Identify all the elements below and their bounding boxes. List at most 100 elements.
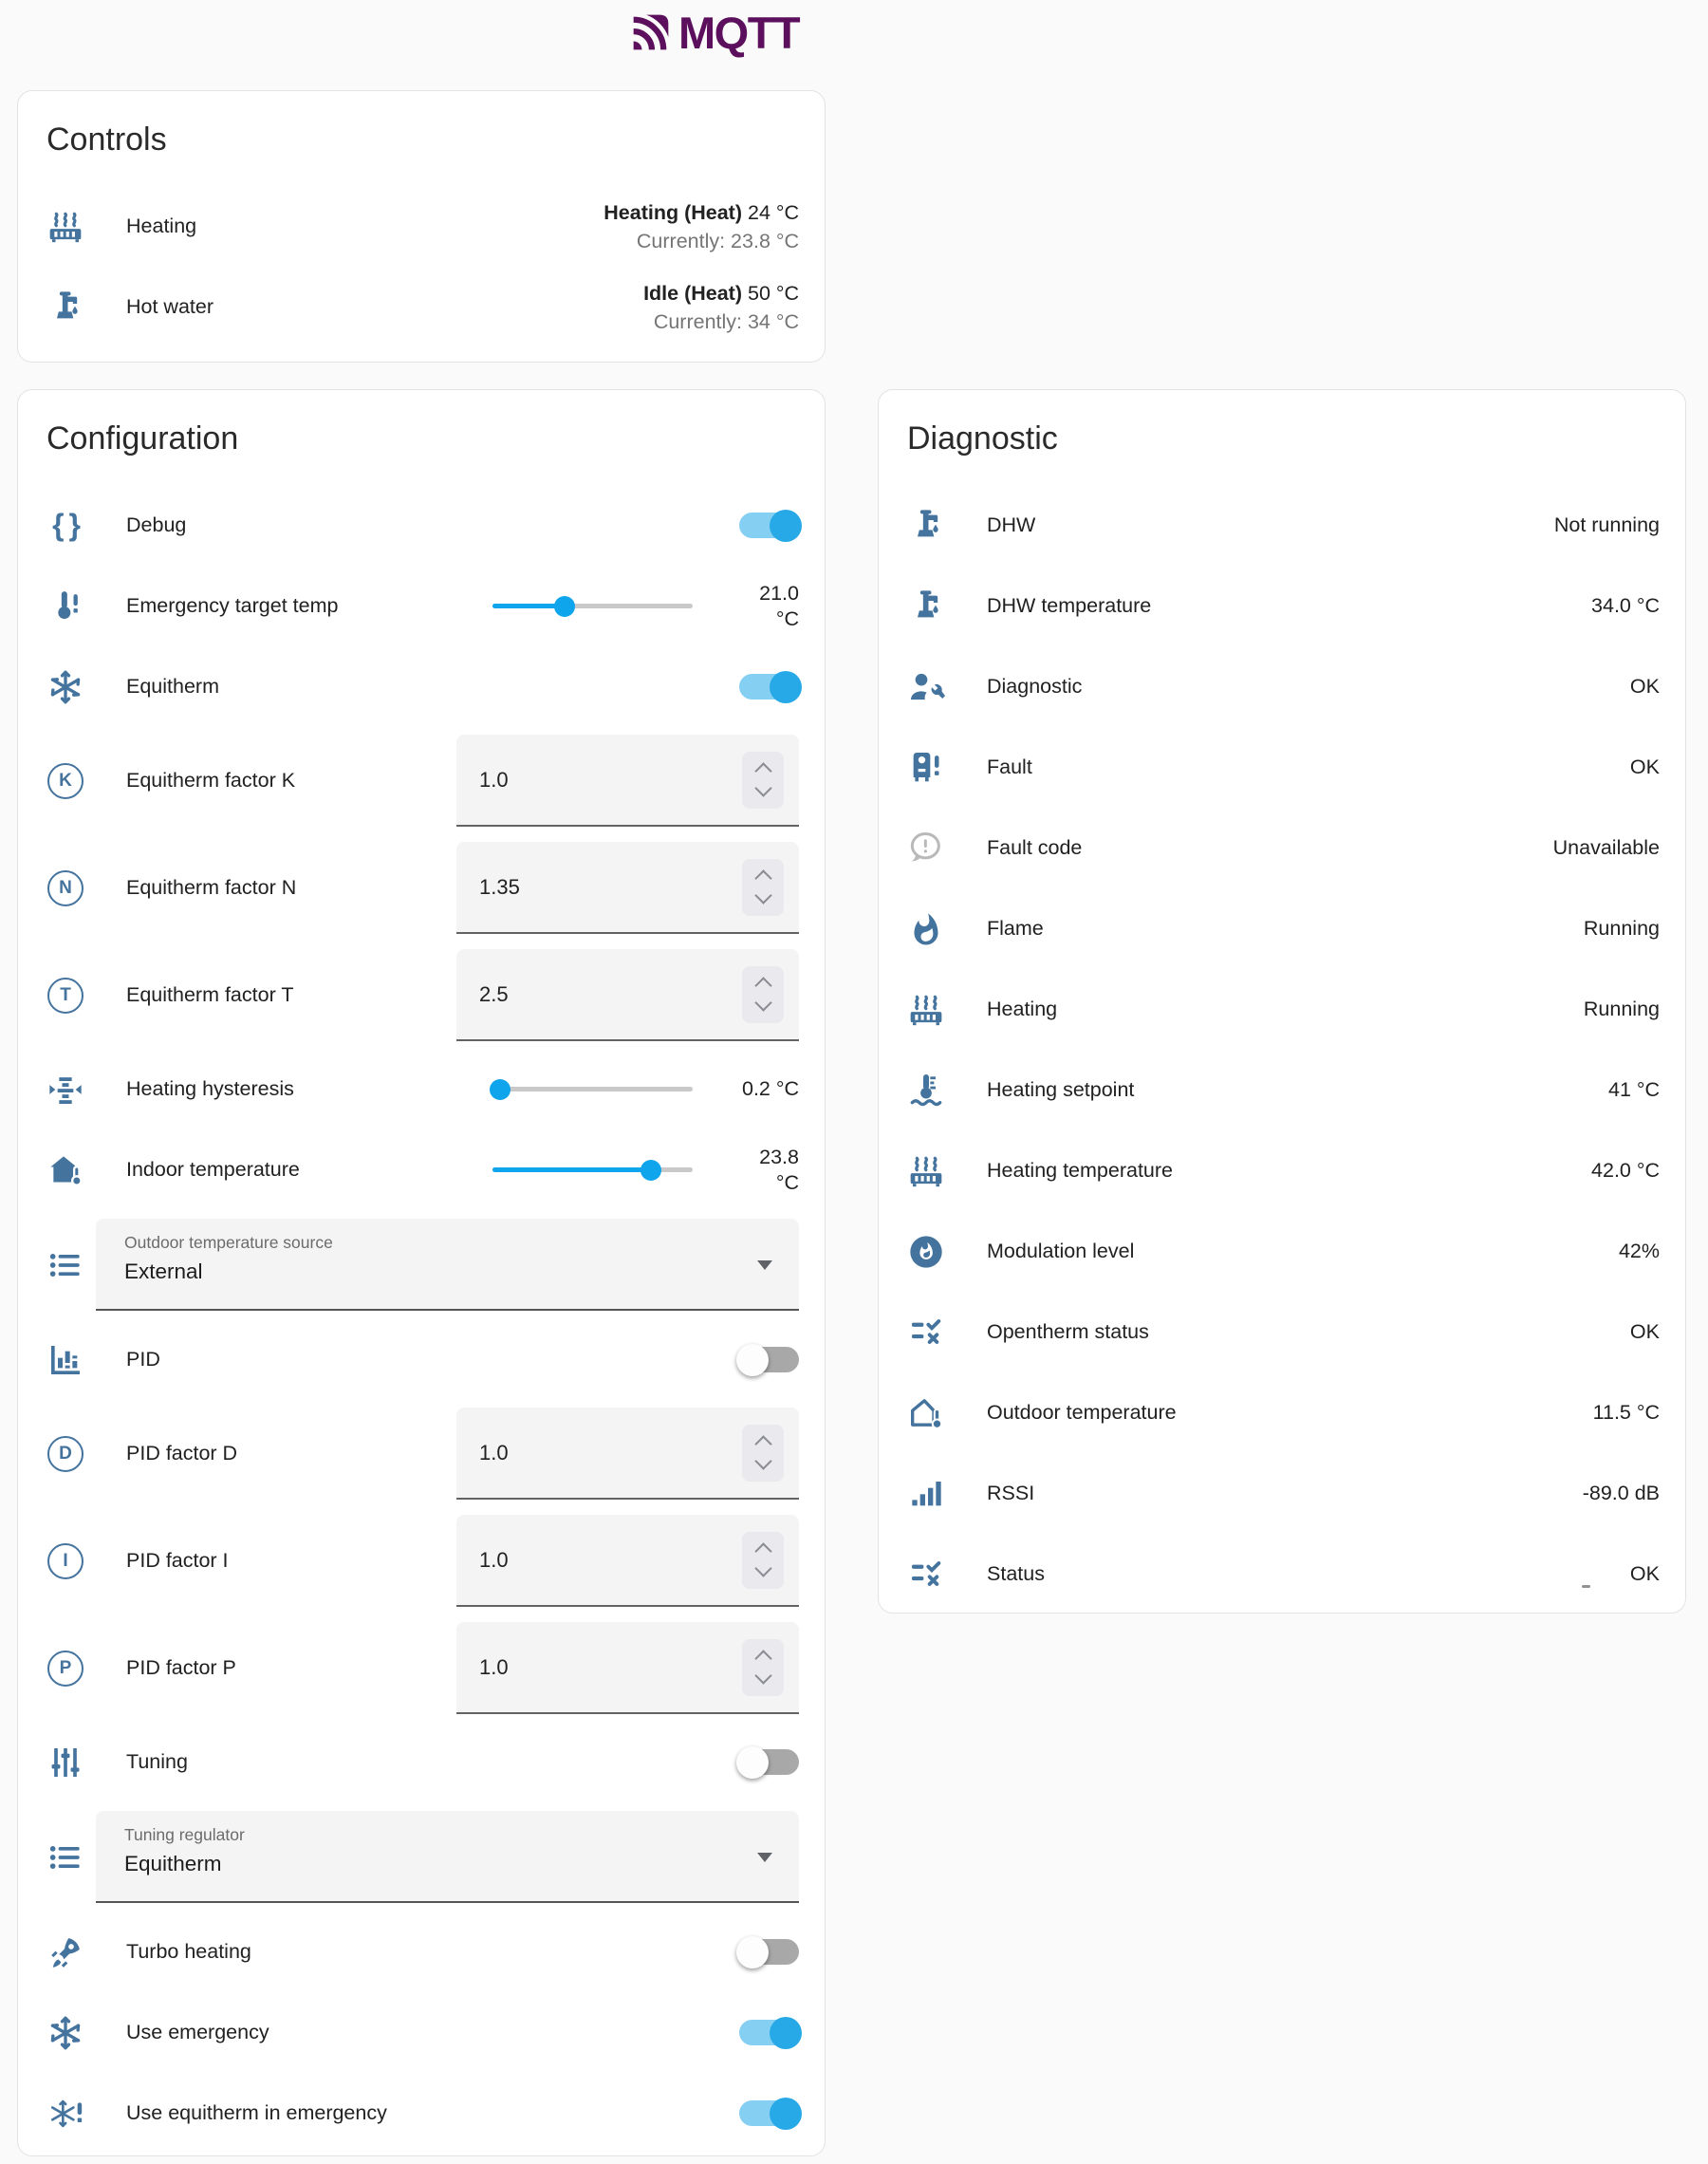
- state-value: 24 °C: [748, 201, 799, 224]
- diagnostic-row-flame[interactable]: Flame Running: [879, 888, 1685, 969]
- thermometer-alert-icon: [46, 588, 84, 625]
- toggle-tuning[interactable]: [739, 1749, 799, 1775]
- diagnostic-row-status[interactable]: Status OK: [879, 1534, 1685, 1614]
- hysteresis-icon: [46, 1071, 84, 1109]
- config-row-label: Indoor temperature: [126, 1158, 492, 1182]
- boiler-alert-icon: [907, 749, 945, 787]
- slider-heating-hysteresis[interactable]: [492, 1077, 693, 1102]
- diagnostic-row-fault-code[interactable]: Fault code Unavailable: [879, 808, 1685, 888]
- number-stepper[interactable]: [742, 966, 784, 1023]
- stepper-up-icon[interactable]: [754, 1542, 771, 1559]
- slider-emergency-target-temp[interactable]: [492, 594, 693, 619]
- number-input-value: 1.0: [479, 1441, 509, 1465]
- number-stepper[interactable]: [742, 1425, 784, 1482]
- number-stepper[interactable]: [742, 1639, 784, 1696]
- toggle-knob: [770, 510, 802, 542]
- control-row-hot-water[interactable]: Hot water Idle (Heat) 50 °C Currently: 3…: [18, 267, 825, 347]
- number-input-equitherm-factor-k[interactable]: 1.0: [456, 735, 799, 827]
- sun-snowflake-icon: [46, 668, 84, 706]
- config-row-pid-factor-d: D PID factor D 1.0: [18, 1400, 825, 1507]
- diagnostic-row-heating[interactable]: Heating Running: [879, 969, 1685, 1050]
- stepper-down-icon[interactable]: [754, 1452, 771, 1469]
- stepper-down-icon[interactable]: [754, 779, 771, 796]
- config-row-label: Turbo heating: [126, 1940, 739, 1964]
- select-value: Equitherm: [124, 1852, 742, 1876]
- water-tap-icon: [907, 507, 945, 545]
- number-input-pid-factor-d[interactable]: 1.0: [456, 1408, 799, 1500]
- number-stepper[interactable]: [742, 752, 784, 809]
- config-row-label: Heating hysteresis: [126, 1077, 492, 1101]
- toggle-debug[interactable]: [739, 513, 799, 538]
- config-row-outdoor-temperature-source: Outdoor temperature source External: [18, 1210, 825, 1319]
- stepper-up-icon[interactable]: [754, 977, 771, 994]
- cursor-artifact: [1582, 1585, 1590, 1588]
- number-input-pid-factor-i[interactable]: 1.0: [456, 1515, 799, 1607]
- stepper-down-icon[interactable]: [754, 886, 771, 904]
- control-row-heating[interactable]: Heating Heating (Heat) 24 °C Currently: …: [18, 186, 825, 267]
- config-row-label: Equitherm: [126, 675, 739, 699]
- number-input-pid-factor-p[interactable]: 1.0: [456, 1622, 799, 1714]
- diagnostic-row-dhw[interactable]: DHW Not running: [879, 485, 1685, 566]
- diagnostic-row-outdoor-temperature[interactable]: Outdoor temperature 11.5 °C: [879, 1372, 1685, 1453]
- slider-indoor-temperature[interactable]: [492, 1158, 693, 1183]
- state-secondary: Currently: 34 °C: [643, 308, 799, 336]
- diagnostic-row-label: Opentherm status: [987, 1320, 1630, 1344]
- diagnostic-row-heating-temperature[interactable]: Heating temperature 42.0 °C: [879, 1130, 1685, 1211]
- diagnostic-row-opentherm-status[interactable]: Opentherm status OK: [879, 1292, 1685, 1372]
- diagnostic-row-value: Running: [1584, 917, 1660, 941]
- number-input-value: 1.35: [479, 875, 520, 900]
- slider-thumb[interactable]: [554, 596, 575, 617]
- config-row-heating-hysteresis: Heating hysteresis 0.2 °C: [18, 1049, 825, 1129]
- diagnostic-row-value: Unavailable: [1553, 836, 1660, 860]
- toggle-use-emergency[interactable]: [739, 2020, 799, 2045]
- controls-card-title: Controls: [18, 91, 825, 156]
- stepper-up-icon[interactable]: [754, 1650, 771, 1667]
- config-row-label: Equitherm factor T: [126, 983, 456, 1007]
- config-row-equitherm-factor-k: K Equitherm factor K 1.0: [18, 727, 825, 834]
- diagnostic-row-label: Outdoor temperature: [987, 1401, 1593, 1425]
- config-row-pid-factor-i: I PID factor I 1.0: [18, 1507, 825, 1614]
- slider-value: 0.2 °C: [693, 1076, 799, 1102]
- stepper-up-icon[interactable]: [754, 1435, 771, 1452]
- number-stepper[interactable]: [742, 1532, 784, 1589]
- slider-thumb[interactable]: [640, 1160, 661, 1181]
- config-row-tuning-regulator: Tuning regulator Equitherm: [18, 1802, 825, 1912]
- toggle-pid[interactable]: [739, 1347, 799, 1372]
- dropdown-arrow-icon[interactable]: [757, 1260, 772, 1270]
- number-input-value: 1.0: [479, 768, 509, 793]
- toggle-equitherm[interactable]: [739, 674, 799, 700]
- number-input-equitherm-factor-n[interactable]: 1.35: [456, 842, 799, 934]
- diagnostic-row-fault[interactable]: Fault OK: [879, 727, 1685, 808]
- diagnostic-row-label: Fault code: [987, 836, 1553, 860]
- diagnostic-row-value: OK: [1630, 756, 1660, 779]
- diagnostic-row-diagnostic[interactable]: Diagnostic OK: [879, 646, 1685, 727]
- stepper-down-icon[interactable]: [754, 1559, 771, 1576]
- diagnostic-card-title: Diagnostic: [879, 390, 1685, 455]
- slider-track[interactable]: [492, 1087, 693, 1091]
- stepper-up-icon[interactable]: [754, 762, 771, 779]
- select-outdoor-temperature-source[interactable]: Outdoor temperature source External: [96, 1219, 799, 1311]
- stepper-down-icon[interactable]: [754, 994, 771, 1011]
- diagnostic-row-dhw-temperature[interactable]: DHW temperature 34.0 °C: [879, 566, 1685, 646]
- slider-value: 23.8°C: [693, 1145, 799, 1196]
- slider-thumb[interactable]: [490, 1079, 511, 1100]
- diagnostic-row-value: OK: [1630, 1562, 1660, 1586]
- diagnostic-row-rssi[interactable]: RSSI -89.0 dB: [879, 1453, 1685, 1534]
- stepper-up-icon[interactable]: [754, 869, 771, 886]
- stepper-down-icon[interactable]: [754, 1667, 771, 1684]
- config-row-label: Debug: [126, 513, 739, 537]
- number-stepper[interactable]: [742, 859, 784, 916]
- select-tuning-regulator[interactable]: Tuning regulator Equitherm: [96, 1811, 799, 1903]
- toggle-turbo-heating[interactable]: [739, 1939, 799, 1965]
- diagnostic-row-heating-setpoint[interactable]: Heating setpoint 41 °C: [879, 1050, 1685, 1130]
- list-status-icon: [907, 1556, 945, 1594]
- number-input-value: 2.5: [479, 982, 509, 1007]
- dropdown-arrow-icon[interactable]: [757, 1853, 772, 1862]
- toggle-use-equitherm-in-emergency[interactable]: [739, 2100, 799, 2126]
- number-input-equitherm-factor-t[interactable]: 2.5: [456, 949, 799, 1041]
- rocket-icon: [46, 1933, 84, 1971]
- diagnostic-row-modulation-level[interactable]: Modulation level 42%: [879, 1211, 1685, 1292]
- number-input-value: 1.0: [479, 1548, 509, 1573]
- alpha-p-circle-icon: P: [46, 1651, 84, 1687]
- diagnostic-card: Diagnostic DHW Not running DHW temperatu…: [878, 389, 1686, 1614]
